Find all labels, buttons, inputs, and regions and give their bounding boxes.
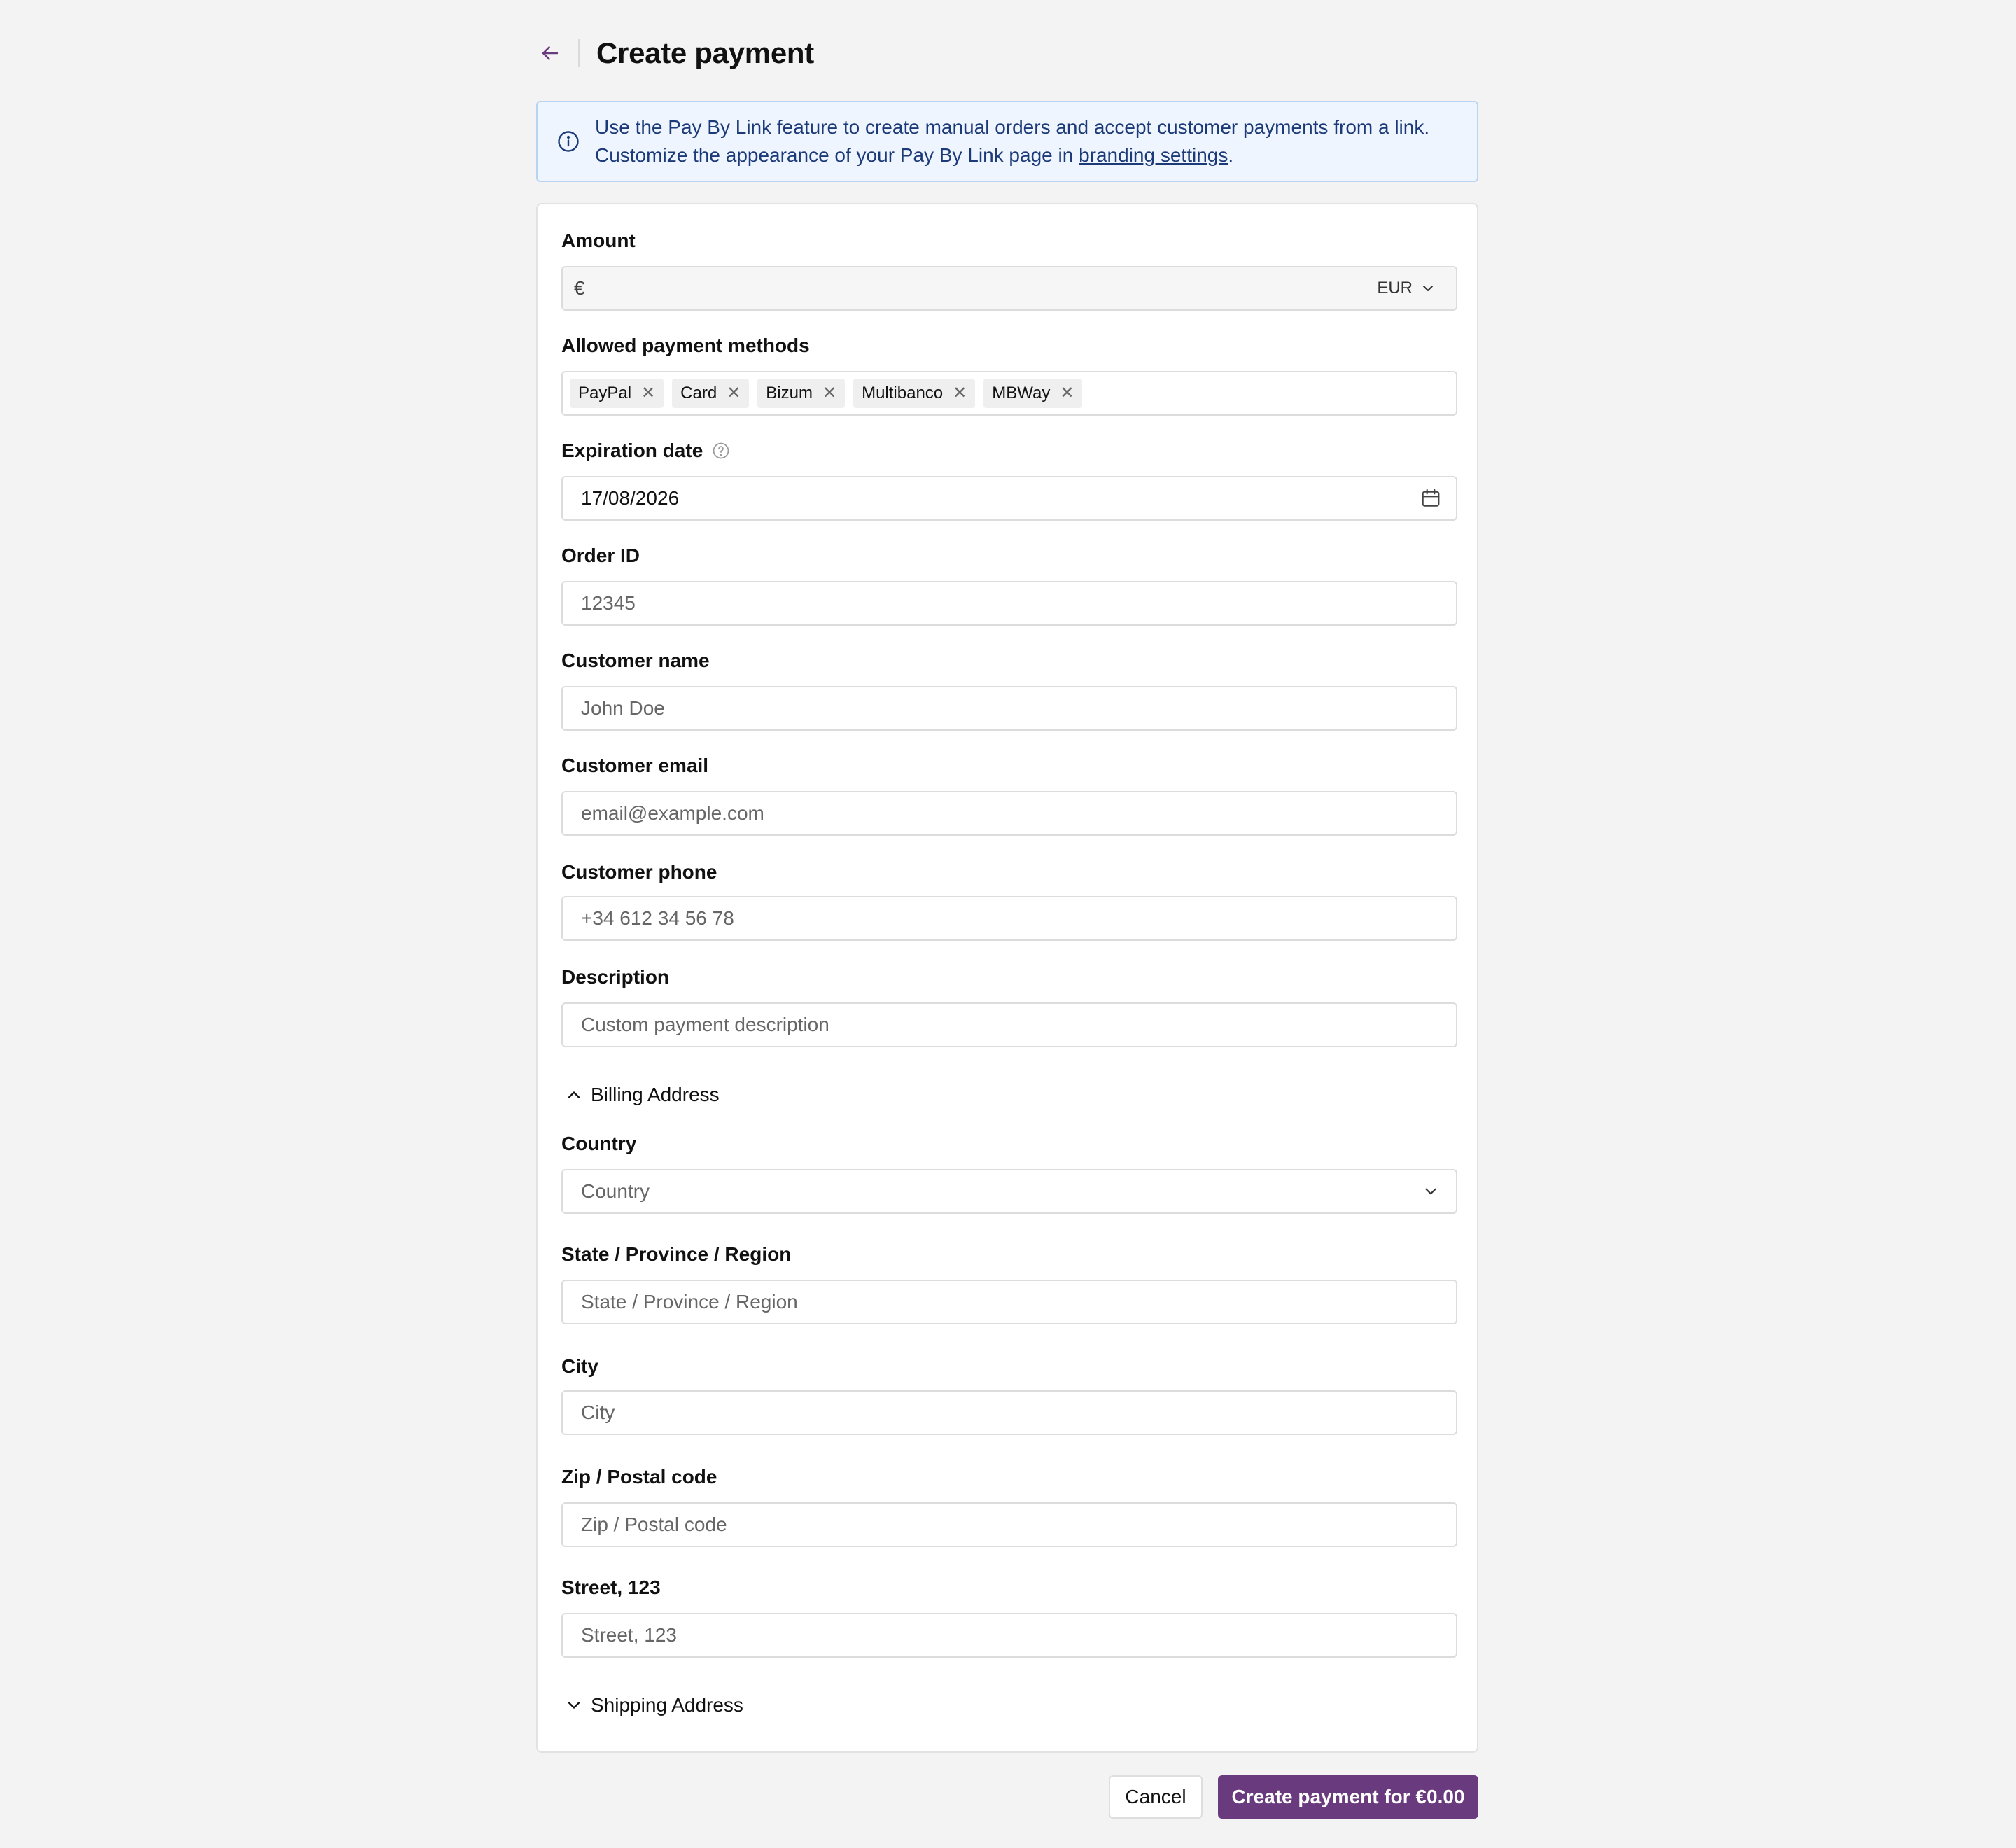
currency-symbol: € <box>574 277 585 299</box>
info-line-2: Customize the appearance of your Pay By … <box>595 141 1429 169</box>
chevron-up-icon <box>568 1091 580 1098</box>
country-placeholder: Country <box>581 1180 650 1202</box>
description-input[interactable]: Custom payment description <box>561 1002 1457 1047</box>
order-id-input[interactable]: 12345 <box>561 581 1457 626</box>
order-id-placeholder: 12345 <box>581 592 636 614</box>
country-select[interactable]: Country <box>561 1169 1457 1214</box>
payment-method-chip: PayPal ✕ <box>570 379 664 408</box>
billing-address-label: Billing Address <box>591 1084 720 1105</box>
payment-method-chip: MBWay ✕ <box>983 379 1083 408</box>
remove-chip-icon[interactable]: ✕ <box>1060 385 1074 402</box>
expiration-date-label-text: Expiration date <box>561 440 704 461</box>
header-divider <box>578 39 580 67</box>
customer-email-label: Customer email <box>561 755 709 776</box>
info-banner: Use the Pay By Link feature to create ma… <box>536 101 1478 182</box>
street-input[interactable]: Street, 123 <box>561 1613 1457 1658</box>
currency-value: EUR <box>1377 279 1413 298</box>
country-label: Country <box>561 1133 637 1154</box>
expiration-date-value: 17/08/2026 <box>581 487 680 509</box>
state-input[interactable]: State / Province / Region <box>561 1280 1457 1324</box>
state-placeholder: State / Province / Region <box>581 1291 798 1312</box>
payment-method-chip: Bizum ✕ <box>757 379 846 408</box>
payment-methods-input[interactable]: PayPal ✕ Card ✕ Bizum ✕ Multibanco ✕ MBWay ✕ <box>561 371 1457 416</box>
street-label: Street, 123 <box>561 1576 661 1598</box>
zip-placeholder: Zip / Postal code <box>581 1513 727 1535</box>
payment-form-card: Amount € EUR Allowed payment methods Pay… <box>536 203 1478 1753</box>
city-input[interactable]: City <box>561 1390 1457 1435</box>
chip-label: Card <box>680 384 718 402</box>
remove-chip-icon[interactable]: ✕ <box>727 385 741 402</box>
city-placeholder: City <box>581 1401 615 1423</box>
chip-label: PayPal <box>578 384 632 402</box>
remove-chip-icon[interactable]: ✕ <box>641 385 655 402</box>
chip-label: Bizum <box>766 384 813 402</box>
info-text: Use the Pay By Link feature to create ma… <box>595 113 1429 169</box>
remove-chip-icon[interactable]: ✕ <box>822 385 836 402</box>
zip-input[interactable]: Zip / Postal code <box>561 1502 1457 1547</box>
description-placeholder: Custom payment description <box>581 1014 830 1035</box>
create-payment-button[interactable]: Create payment for €0.00 <box>1218 1775 1478 1819</box>
order-id-label: Order ID <box>561 545 640 566</box>
payment-methods-label: Allowed payment methods <box>561 335 810 356</box>
chip-label: MBWay <box>992 384 1051 402</box>
page-title: Create payment <box>596 36 814 69</box>
city-label: City <box>561 1355 598 1377</box>
customer-name-input[interactable]: John Doe <box>561 686 1457 731</box>
customer-name-label: Customer name <box>561 650 710 671</box>
chip-label: Multibanco <box>862 384 944 402</box>
calendar-icon <box>1422 489 1440 507</box>
calendar-button[interactable] <box>1418 486 1443 511</box>
state-label: State / Province / Region <box>561 1243 792 1265</box>
help-icon[interactable] <box>711 441 731 461</box>
branding-settings-link[interactable]: branding settings <box>1079 144 1228 166</box>
description-label: Description <box>561 966 670 988</box>
info-line-2-suffix: . <box>1228 144 1234 166</box>
chevron-down-icon <box>1423 286 1433 291</box>
payment-method-chip: Multibanco ✕ <box>853 379 976 408</box>
arrow-left-icon <box>542 46 559 60</box>
billing-address-toggle[interactable]: Billing Address <box>564 1084 720 1106</box>
zip-label: Zip / Postal code <box>561 1466 718 1488</box>
customer-email-placeholder: email@example.com <box>581 802 764 824</box>
expiration-date-label: Expiration date <box>561 440 731 462</box>
customer-email-input[interactable]: email@example.com <box>561 791 1457 836</box>
form-footer: Cancel Create payment for €0.00 <box>536 1775 1478 1819</box>
chevron-down-icon <box>1425 1188 1436 1195</box>
customer-phone-label: Customer phone <box>561 861 718 883</box>
info-line-2-prefix: Customize the appearance of your Pay By … <box>595 144 1079 166</box>
info-line-1: Use the Pay By Link feature to create ma… <box>595 116 1430 138</box>
chevron-down-icon <box>568 1702 580 1709</box>
payment-method-chip: Card ✕ <box>672 379 750 408</box>
info-icon <box>558 131 579 152</box>
remove-chip-icon[interactable]: ✕ <box>953 385 967 402</box>
back-button[interactable] <box>536 39 564 67</box>
expiration-date-input[interactable]: 17/08/2026 <box>561 476 1457 521</box>
shipping-address-toggle[interactable]: Shipping Address <box>564 1694 743 1716</box>
customer-name-placeholder: John Doe <box>581 697 665 719</box>
shipping-address-label: Shipping Address <box>591 1694 743 1716</box>
amount-input[interactable]: € EUR <box>561 266 1457 311</box>
page-header: Create payment <box>536 31 1478 76</box>
street-placeholder: Street, 123 <box>581 1624 677 1646</box>
customer-phone-input[interactable]: +34 612 34 56 78 <box>561 896 1457 941</box>
amount-label: Amount <box>561 230 636 251</box>
currency-select[interactable]: EUR <box>1377 279 1436 298</box>
cancel-button[interactable]: Cancel <box>1109 1775 1203 1819</box>
customer-phone-placeholder: +34 612 34 56 78 <box>581 907 734 929</box>
country-dropdown-button <box>1418 1179 1443 1204</box>
